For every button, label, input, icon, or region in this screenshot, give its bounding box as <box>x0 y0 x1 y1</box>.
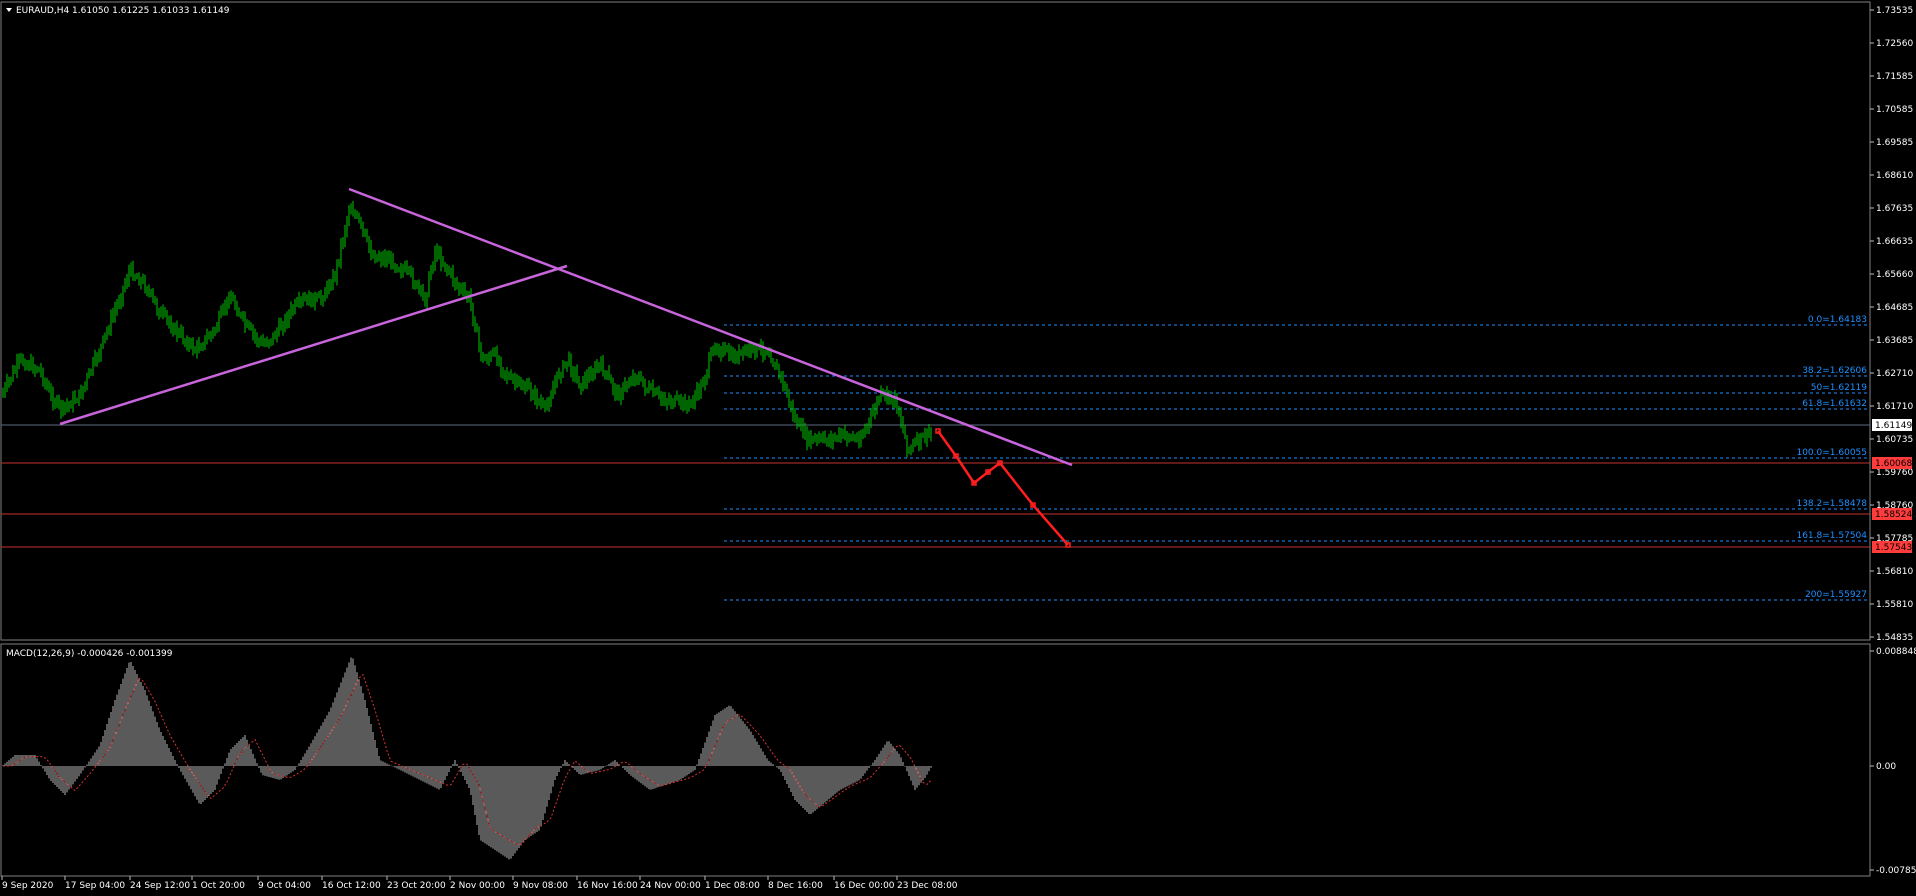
time-tick-label: 24 Nov 00:00 <box>640 881 701 891</box>
projection-points <box>935 428 1071 548</box>
price-tick-label: 1.70585 <box>1876 105 1913 115</box>
ascending-trendline[interactable] <box>59 264 568 426</box>
macd-axis[interactable]: 0.008848 0.00 -0.007852 <box>1870 647 1916 876</box>
fib-label: 200=1.55927 <box>1805 590 1867 600</box>
fib-label: 0.0=1.64183 <box>1808 315 1867 325</box>
svg-text:1.61149: 1.61149 <box>1875 421 1912 431</box>
price-tick-label: 1.68610 <box>1876 171 1913 181</box>
price-tick-label: 1.71585 <box>1876 72 1913 82</box>
time-tick-label: 17 Sep 04:00 <box>65 881 125 891</box>
fib-label: 61.8=1.61632 <box>1802 399 1867 409</box>
price-tick-label: 1.67635 <box>1876 204 1913 214</box>
fibonacci-levels[interactable]: 0.0=1.64183 38.2=1.62606 50=1.62119 61.8=1.… <box>724 315 1868 601</box>
time-tick-label: 16 Nov 16:00 <box>577 881 638 891</box>
fib-label: 100.0=1.60055 <box>1796 448 1867 458</box>
time-tick-label: 1 Dec 08:00 <box>705 881 760 891</box>
price-tick-label: 1.54835 <box>1876 633 1913 643</box>
macd-histogram <box>2 657 932 860</box>
price-candles <box>2 200 932 458</box>
macd-tick-label: 0.008848 <box>1876 647 1916 657</box>
time-tick-label: 8 Dec 16:00 <box>768 881 823 891</box>
fib-label: 38.2=1.62606 <box>1802 366 1867 376</box>
price-tag-label: 1.58524 <box>1875 510 1912 520</box>
time-tick-label: 9 Sep 2020 <box>2 881 54 891</box>
price-tag-label: 1.57543 <box>1875 543 1912 553</box>
macd-title: MACD(12,26,9) -0.000426 -0.001399 <box>6 649 173 659</box>
price-tick-label: 1.59760 <box>1876 468 1913 478</box>
time-tick-label: 9 Nov 08:00 <box>513 881 568 891</box>
macd-tick-label: -0.007852 <box>1876 866 1916 876</box>
price-tick-label: 1.69585 <box>1876 138 1913 148</box>
price-tick-label: 1.63685 <box>1876 336 1913 346</box>
time-tick-label: 23 Dec 08:00 <box>897 881 958 891</box>
symbol-title: EURAUD,H4 1.61050 1.61225 1.61033 1.6114… <box>16 6 230 16</box>
price-tick-label: 1.62710 <box>1876 369 1913 379</box>
time-tick-label: 2 Nov 00:00 <box>450 881 505 891</box>
time-tick-label: 1 Oct 20:00 <box>192 881 245 891</box>
time-axis[interactable]: 9 Sep 2020 17 Sep 04:00 24 Sep 12:00 1 Oct … <box>1 876 958 891</box>
descending-trendline[interactable] <box>348 187 1073 467</box>
time-tick-label: 16 Oct 12:00 <box>322 881 381 891</box>
price-tick-label: 1.65660 <box>1876 270 1913 280</box>
trading-chart[interactable]: EURAUD,H4 1.61050 1.61225 1.61033 1.6114… <box>0 0 1916 896</box>
time-tick-label: 9 Oct 04:00 <box>258 881 311 891</box>
price-tick-label: 1.72560 <box>1876 39 1913 49</box>
price-tick-label: 1.64685 <box>1876 303 1913 313</box>
fib-label: 161.8=1.57504 <box>1796 531 1867 541</box>
price-tick-label: 1.61710 <box>1876 402 1913 412</box>
time-tick-label: 16 Dec 00:00 <box>834 881 895 891</box>
time-tick-label: 24 Sep 12:00 <box>130 881 190 891</box>
time-tick-label: 23 Oct 20:00 <box>387 881 446 891</box>
window-menu-icon[interactable] <box>6 8 12 12</box>
current-price-tag: 1.61149 <box>1872 419 1912 431</box>
macd-signal-line <box>3 673 932 846</box>
price-tag-label: 1.60068 <box>1875 459 1912 469</box>
projection-path[interactable] <box>936 430 1069 546</box>
fib-label: 138.2=1.58478 <box>1796 499 1867 509</box>
macd-panel-frame <box>0 643 1871 877</box>
price-tick-label: 1.73535 <box>1876 6 1913 16</box>
price-tick-label: 1.66635 <box>1876 237 1913 247</box>
macd-tick-label: 0.00 <box>1876 762 1896 772</box>
price-tick-label: 1.55810 <box>1876 600 1913 610</box>
fib-label: 50=1.62119 <box>1811 383 1867 393</box>
price-tick-label: 1.60735 <box>1876 435 1913 445</box>
price-tick-label: 1.56810 <box>1876 567 1913 577</box>
